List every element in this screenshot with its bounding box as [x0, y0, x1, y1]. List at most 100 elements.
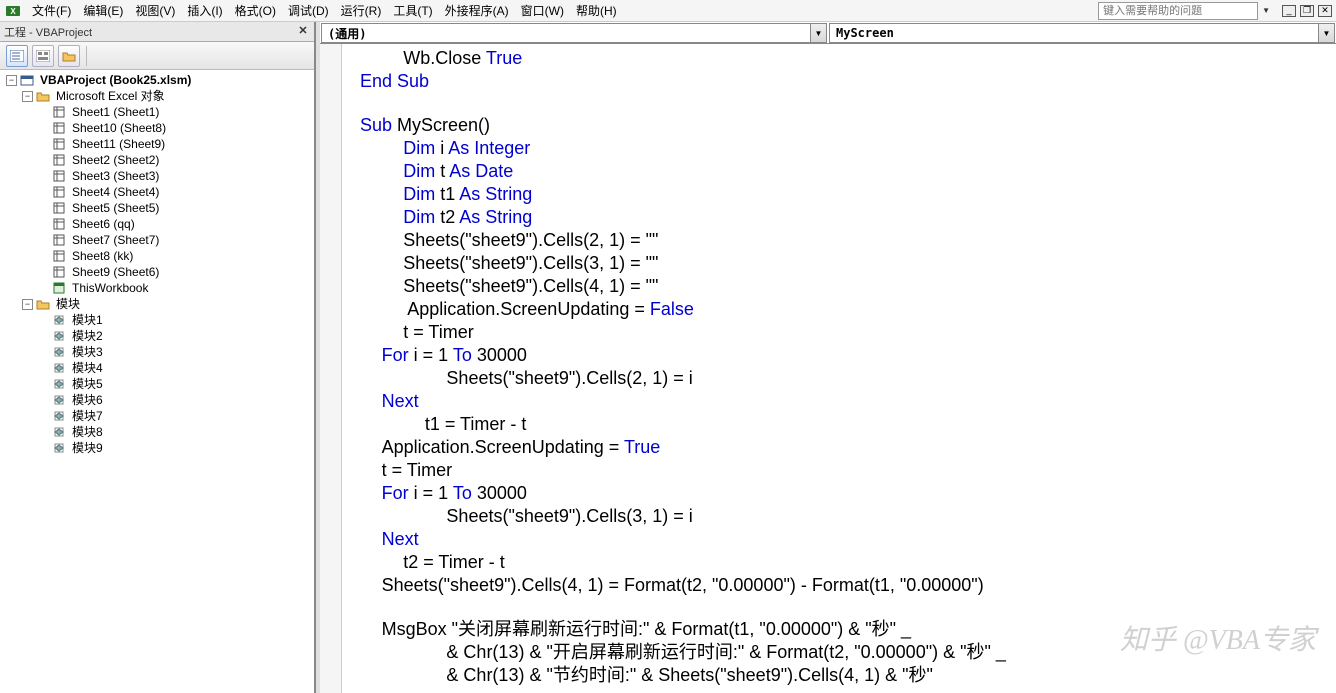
mod-icon	[51, 313, 67, 327]
menu-1[interactable]: 编辑(E)	[77, 2, 129, 20]
tree-item[interactable]: 模块2	[2, 328, 312, 344]
panel-titlebar: 工程 - VBAProject ✕	[0, 22, 314, 42]
excel-vba-icon: X	[4, 2, 22, 20]
sheet-icon	[51, 185, 67, 199]
close-button[interactable]: ✕	[1318, 5, 1332, 17]
dropdown-arrow-icon[interactable]: ▼	[810, 24, 826, 42]
tree-item[interactable]: Sheet5 (Sheet5)	[2, 200, 312, 216]
mod-icon	[51, 377, 67, 391]
panel-close-button[interactable]: ✕	[296, 25, 310, 39]
tree-label: Sheet8 (kk)	[70, 248, 135, 264]
tree-label: 模块9	[70, 440, 105, 456]
mod-icon	[51, 345, 67, 359]
tree-label: Sheet4 (Sheet4)	[70, 184, 161, 200]
tree-label: Sheet3 (Sheet3)	[70, 168, 161, 184]
sheet-icon	[51, 233, 67, 247]
menu-bar: X 文件(F)编辑(E)视图(V)插入(I)格式(O)调试(D)运行(R)工具(…	[0, 0, 1336, 22]
menu-0[interactable]: 文件(F)	[26, 2, 77, 20]
tree-item[interactable]: Sheet7 (Sheet7)	[2, 232, 312, 248]
mod-icon	[51, 425, 67, 439]
wb-icon	[51, 281, 67, 295]
expand-icon[interactable]: −	[6, 75, 17, 86]
sheet-icon	[51, 201, 67, 215]
tree-item[interactable]: Sheet9 (Sheet6)	[2, 264, 312, 280]
tree-label: 模块4	[70, 360, 105, 376]
tree-item[interactable]: Sheet2 (Sheet2)	[2, 152, 312, 168]
mod-icon	[51, 441, 67, 455]
help-dropdown-icon[interactable]: ▼	[1262, 6, 1270, 15]
tree-label: Sheet5 (Sheet5)	[70, 200, 161, 216]
tree-label: 模块7	[70, 408, 105, 424]
sheet-icon	[51, 249, 67, 263]
tree-item[interactable]: Sheet6 (qq)	[2, 216, 312, 232]
tree-label: 模块6	[70, 392, 105, 408]
project-tree[interactable]: −VBAProject (Book25.xlsm)−Microsoft Exce…	[0, 70, 314, 693]
tree-item[interactable]: ThisWorkbook	[2, 280, 312, 296]
menu-2[interactable]: 视图(V)	[129, 2, 181, 20]
tree-item[interactable]: 模块3	[2, 344, 312, 360]
toolbar-divider	[86, 46, 87, 66]
tree-label: Sheet6 (qq)	[70, 216, 137, 232]
help-search-input[interactable]	[1098, 2, 1258, 20]
tree-item[interactable]: 模块7	[2, 408, 312, 424]
object-dropdown[interactable]: (通用) ▼	[321, 23, 827, 43]
tree-item[interactable]: − VBAProject (Book25.xlsm)	[2, 72, 312, 88]
tree-label: Sheet10 (Sheet8)	[70, 120, 168, 136]
tree-label: 模块3	[70, 344, 105, 360]
toggle-folders-button[interactable]	[58, 45, 80, 67]
tree-item[interactable]: Sheet1 (Sheet1)	[2, 104, 312, 120]
sheet-icon	[51, 217, 67, 231]
procedure-dropdown-value: MyScreen	[830, 26, 1318, 40]
menu-7[interactable]: 工具(T)	[387, 2, 438, 20]
sheet-icon	[51, 169, 67, 183]
tree-label: 模块8	[70, 424, 105, 440]
tree-item[interactable]: Sheet3 (Sheet3)	[2, 168, 312, 184]
menu-6[interactable]: 运行(R)	[335, 2, 388, 20]
menu-10[interactable]: 帮助(H)	[570, 2, 623, 20]
tree-label: 模块5	[70, 376, 105, 392]
tree-item[interactable]: 模块4	[2, 360, 312, 376]
view-object-button[interactable]	[32, 45, 54, 67]
svg-text:X: X	[10, 7, 16, 16]
sheet-icon	[51, 265, 67, 279]
restore-button[interactable]: ❐	[1300, 5, 1314, 17]
sheet-icon	[51, 153, 67, 167]
tree-item[interactable]: Sheet10 (Sheet8)	[2, 120, 312, 136]
expand-icon[interactable]: −	[22, 299, 33, 310]
menu-9[interactable]: 窗口(W)	[515, 2, 570, 20]
tree-item[interactable]: − Microsoft Excel 对象	[2, 88, 312, 104]
menu-5[interactable]: 调试(D)	[282, 2, 335, 20]
tree-item[interactable]: 模块1	[2, 312, 312, 328]
tree-item[interactable]: Sheet4 (Sheet4)	[2, 184, 312, 200]
tree-label: 模块	[54, 296, 82, 312]
menu-8[interactable]: 外接程序(A)	[439, 2, 515, 20]
code-margin	[320, 44, 342, 693]
sheet-icon	[51, 105, 67, 119]
mod-icon	[51, 361, 67, 375]
code-panel: (通用) ▼ MyScreen ▼ Wb.Close True End Sub …	[316, 22, 1336, 693]
procedure-dropdown[interactable]: MyScreen ▼	[829, 23, 1335, 43]
tree-item[interactable]: 模块9	[2, 440, 312, 456]
code-editor[interactable]: Wb.Close True End Sub Sub MyScreen() Dim…	[320, 44, 1336, 693]
tree-item[interactable]: 模块5	[2, 376, 312, 392]
folder-icon	[35, 297, 51, 311]
mod-icon	[51, 409, 67, 423]
menu-3[interactable]: 插入(I)	[181, 2, 228, 20]
tree-label: VBAProject (Book25.xlsm)	[38, 72, 193, 88]
project-toolbar	[0, 42, 314, 70]
tree-label: Microsoft Excel 对象	[54, 88, 167, 104]
proj-icon	[19, 73, 35, 87]
expand-icon[interactable]: −	[22, 91, 33, 102]
tree-item[interactable]: − 模块	[2, 296, 312, 312]
object-dropdown-value: (通用)	[322, 25, 810, 42]
tree-item[interactable]: 模块8	[2, 424, 312, 440]
tree-label: Sheet9 (Sheet6)	[70, 264, 161, 280]
menu-4[interactable]: 格式(O)	[229, 2, 282, 20]
tree-label: Sheet2 (Sheet2)	[70, 152, 161, 168]
tree-item[interactable]: Sheet8 (kk)	[2, 248, 312, 264]
dropdown-arrow-icon[interactable]: ▼	[1318, 24, 1334, 42]
minimize-button[interactable]: _	[1282, 5, 1296, 17]
view-code-button[interactable]	[6, 45, 28, 67]
tree-item[interactable]: 模块6	[2, 392, 312, 408]
tree-item[interactable]: Sheet11 (Sheet9)	[2, 136, 312, 152]
